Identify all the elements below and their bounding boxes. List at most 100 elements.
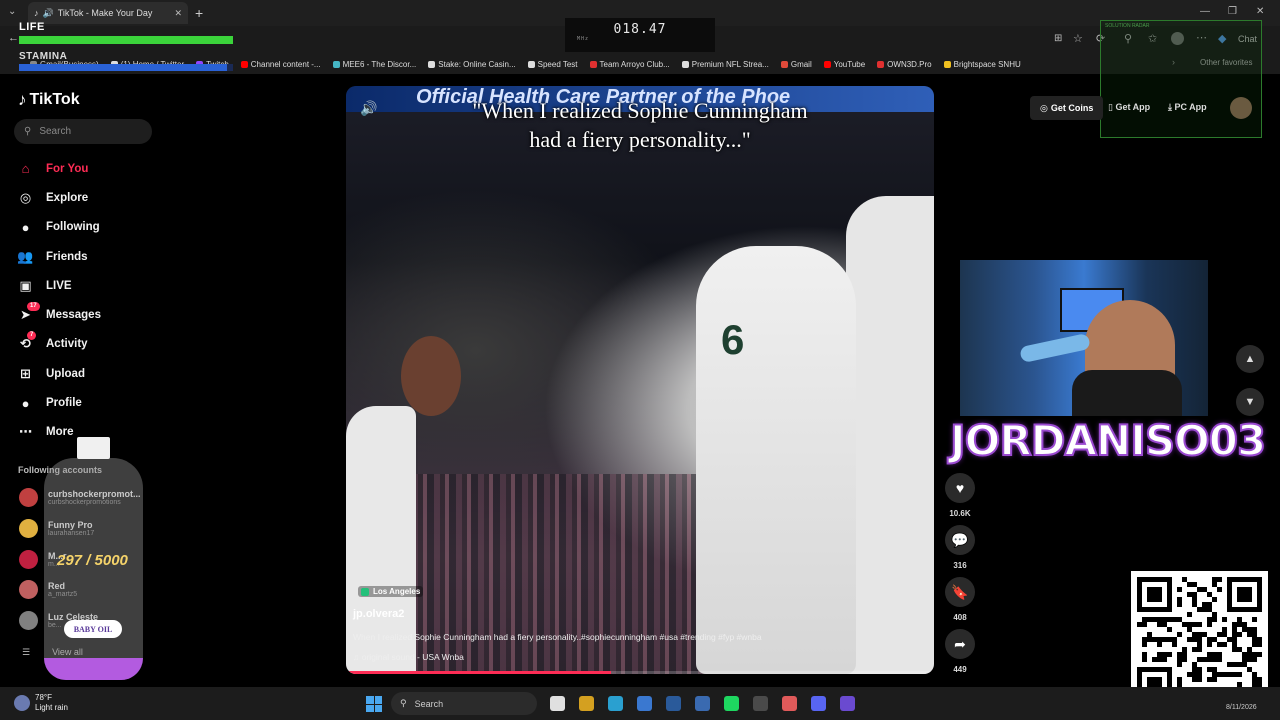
more-icon: ⋯: [19, 424, 32, 440]
bottle-count: 297 / 5000: [57, 552, 128, 569]
get-app-button[interactable]: ▯ Get App: [1108, 102, 1150, 113]
bookmark-item[interactable]: YouTube: [823, 60, 865, 69]
weather-temp: 78°F: [35, 693, 52, 702]
webcam-shirt: [1072, 370, 1182, 416]
bookmark-favicon-icon: [589, 60, 597, 68]
video-sound[interactable]: ♫ original sound - USA Wnba: [353, 652, 464, 662]
bookmark-item[interactable]: Stake: Online Casin...: [428, 60, 516, 69]
taskbar-app-icon[interactable]: [811, 696, 826, 711]
save-action[interactable]: 🔖 408: [945, 577, 975, 622]
sidebar-item-for-you[interactable]: ⌂ For You: [17, 154, 177, 183]
sidebar-item-live[interactable]: ▣ LIVE: [17, 271, 177, 300]
activity-icon: ⟲ 7: [17, 330, 37, 353]
sidebar-item-upload[interactable]: ⊞ Upload: [17, 359, 177, 388]
taskbar-app-icon[interactable]: [724, 696, 739, 711]
sidebar-item-label: Explore: [46, 191, 89, 204]
sidebar-item-profile[interactable]: ● Profile: [17, 388, 177, 417]
share-action[interactable]: ➦ 449: [945, 629, 975, 674]
windows-taskbar: 78°F Light rain ⚲ Search 8/11/2026: [0, 687, 1280, 720]
location-pin-icon: [361, 587, 369, 596]
windows-start-icon[interactable]: [366, 696, 382, 712]
favorite-star-icon[interactable]: ☆: [1073, 32, 1083, 45]
taskbar-app-icon[interactable]: [550, 696, 565, 711]
new-tab-button[interactable]: +: [195, 5, 203, 21]
bookmark-item[interactable]: Brightspace SNHU: [943, 60, 1021, 69]
bookmark-item[interactable]: Channel content -...: [240, 60, 321, 69]
compass-icon: ◎: [19, 189, 32, 205]
bookmark-favicon-icon: [681, 60, 689, 68]
video-progress-bar[interactable]: [346, 671, 934, 674]
video-author[interactable]: jp.olvera2: [353, 608, 404, 620]
taskbar-search-icon: ⚲: [400, 698, 407, 708]
browser-tab-tiktok[interactable]: ♪ 🔊 TikTok - Make Your Day ✕: [28, 2, 188, 24]
previous-video-button[interactable]: ▲: [1236, 345, 1264, 373]
minimize-button[interactable]: —: [1200, 6, 1210, 17]
tab-list-icon[interactable]: ⌄: [8, 6, 16, 17]
weather-widget[interactable]: 78°F Light rain: [14, 693, 68, 713]
taskbar-app-icon[interactable]: [782, 696, 797, 711]
back-icon[interactable]: ←: [8, 32, 19, 44]
bookmark-favicon-icon: [332, 60, 340, 68]
location-tag[interactable]: Los Angeles: [358, 586, 424, 597]
taskbar-app-icon[interactable]: [753, 696, 768, 711]
bookmark-favicon-icon: [943, 60, 951, 68]
split-screen-icon[interactable]: ⊞: [1054, 33, 1062, 44]
account-avatar: [19, 580, 38, 599]
sidebar-item-explore[interactable]: ◎ Explore: [17, 183, 177, 212]
bookmark-icon[interactable]: 🔖: [945, 577, 975, 607]
search-input[interactable]: ⚲ Search: [14, 119, 152, 144]
bookmark-item[interactable]: Team Arroyo Club...: [589, 59, 670, 69]
video-player[interactable]: Official Health Care Partner of the Phoe…: [346, 86, 934, 674]
stamina-bar: [19, 64, 233, 71]
next-video-button[interactable]: ▼: [1236, 388, 1264, 416]
heart-icon[interactable]: ♥: [945, 473, 975, 503]
bookmark-item[interactable]: Speed Test: [527, 60, 578, 69]
bottle-label: BABY OIL: [64, 620, 122, 638]
taskbar-app-icon[interactable]: [840, 696, 855, 711]
volume-icon[interactable]: 🔊: [360, 100, 377, 117]
bookmark-item[interactable]: Gmail: [780, 60, 812, 69]
share-icon[interactable]: ➦: [945, 629, 975, 659]
pc-app-button[interactable]: ⤓ PC App: [1168, 102, 1207, 113]
comment-icon[interactable]: 💬: [945, 525, 975, 555]
get-coins-button[interactable]: ◎ Get Coins: [1030, 96, 1104, 120]
account-avatar: [19, 550, 38, 569]
life-bar-fill: [19, 36, 233, 44]
chevron-up-icon: ▲: [1244, 353, 1256, 365]
comment-action[interactable]: 💬 316: [945, 525, 975, 570]
taskbar-app-icon[interactable]: [608, 696, 623, 711]
sidebar-item-following[interactable]: ● Following: [17, 213, 177, 242]
bookmark-label: OWN3D.Pro: [887, 59, 932, 69]
taskbar-app-icon[interactable]: [579, 696, 594, 711]
sidebar-item-activity[interactable]: ⟲ 7 Activity: [17, 330, 177, 359]
live-icon: ▣: [19, 277, 32, 293]
close-window-button[interactable]: ✕: [1256, 6, 1264, 17]
account-avatar: [19, 519, 38, 538]
account-avatar: [19, 611, 38, 630]
bookmark-item[interactable]: MEE6 - The Discor...: [332, 60, 416, 69]
close-tab-icon[interactable]: ✕: [174, 8, 182, 19]
sidebar-nav: ⌂ For You ◎ Explore ● Following 👥 Friends ▣ LIVE ➤…: [17, 154, 177, 447]
following-avatar-icon: ●: [21, 219, 30, 235]
taskbar-app-icon[interactable]: [666, 696, 681, 711]
bookmark-item[interactable]: OWN3D.Pro: [877, 59, 932, 69]
video-caption: "When I realized Sophie Cunningham had a…: [346, 96, 934, 154]
sidebar-item-messages[interactable]: ➤ 17 Messages: [17, 300, 177, 329]
video-description: When I realized Sophie Cunningham had a …: [353, 632, 762, 642]
maximize-button[interactable]: ❐: [1228, 6, 1237, 17]
stamina-label: STAMINA: [19, 51, 68, 62]
bottle-overlay: [44, 458, 143, 680]
like-action[interactable]: ♥ 10.6K: [945, 473, 975, 518]
taskbar-app-icon[interactable]: [637, 696, 652, 711]
bookmark-label: Team Arroyo Club...: [599, 59, 670, 69]
tiktok-logo[interactable]: ♪ TikTok: [18, 90, 80, 110]
tab-audio-icon[interactable]: 🔊: [43, 8, 54, 19]
sidebar-item-friends[interactable]: 👥 Friends: [17, 242, 177, 271]
sound-label: original sound - USA Wnba: [361, 652, 464, 662]
taskbar-search[interactable]: ⚲ Search: [391, 692, 537, 715]
comment-count: 316: [953, 561, 967, 570]
bookmark-item[interactable]: Premium NFL Strea...: [681, 60, 769, 69]
taskbar-app-icon[interactable]: [695, 696, 710, 711]
user-avatar[interactable]: [1230, 97, 1252, 119]
search-icon: ⚲: [24, 126, 32, 137]
